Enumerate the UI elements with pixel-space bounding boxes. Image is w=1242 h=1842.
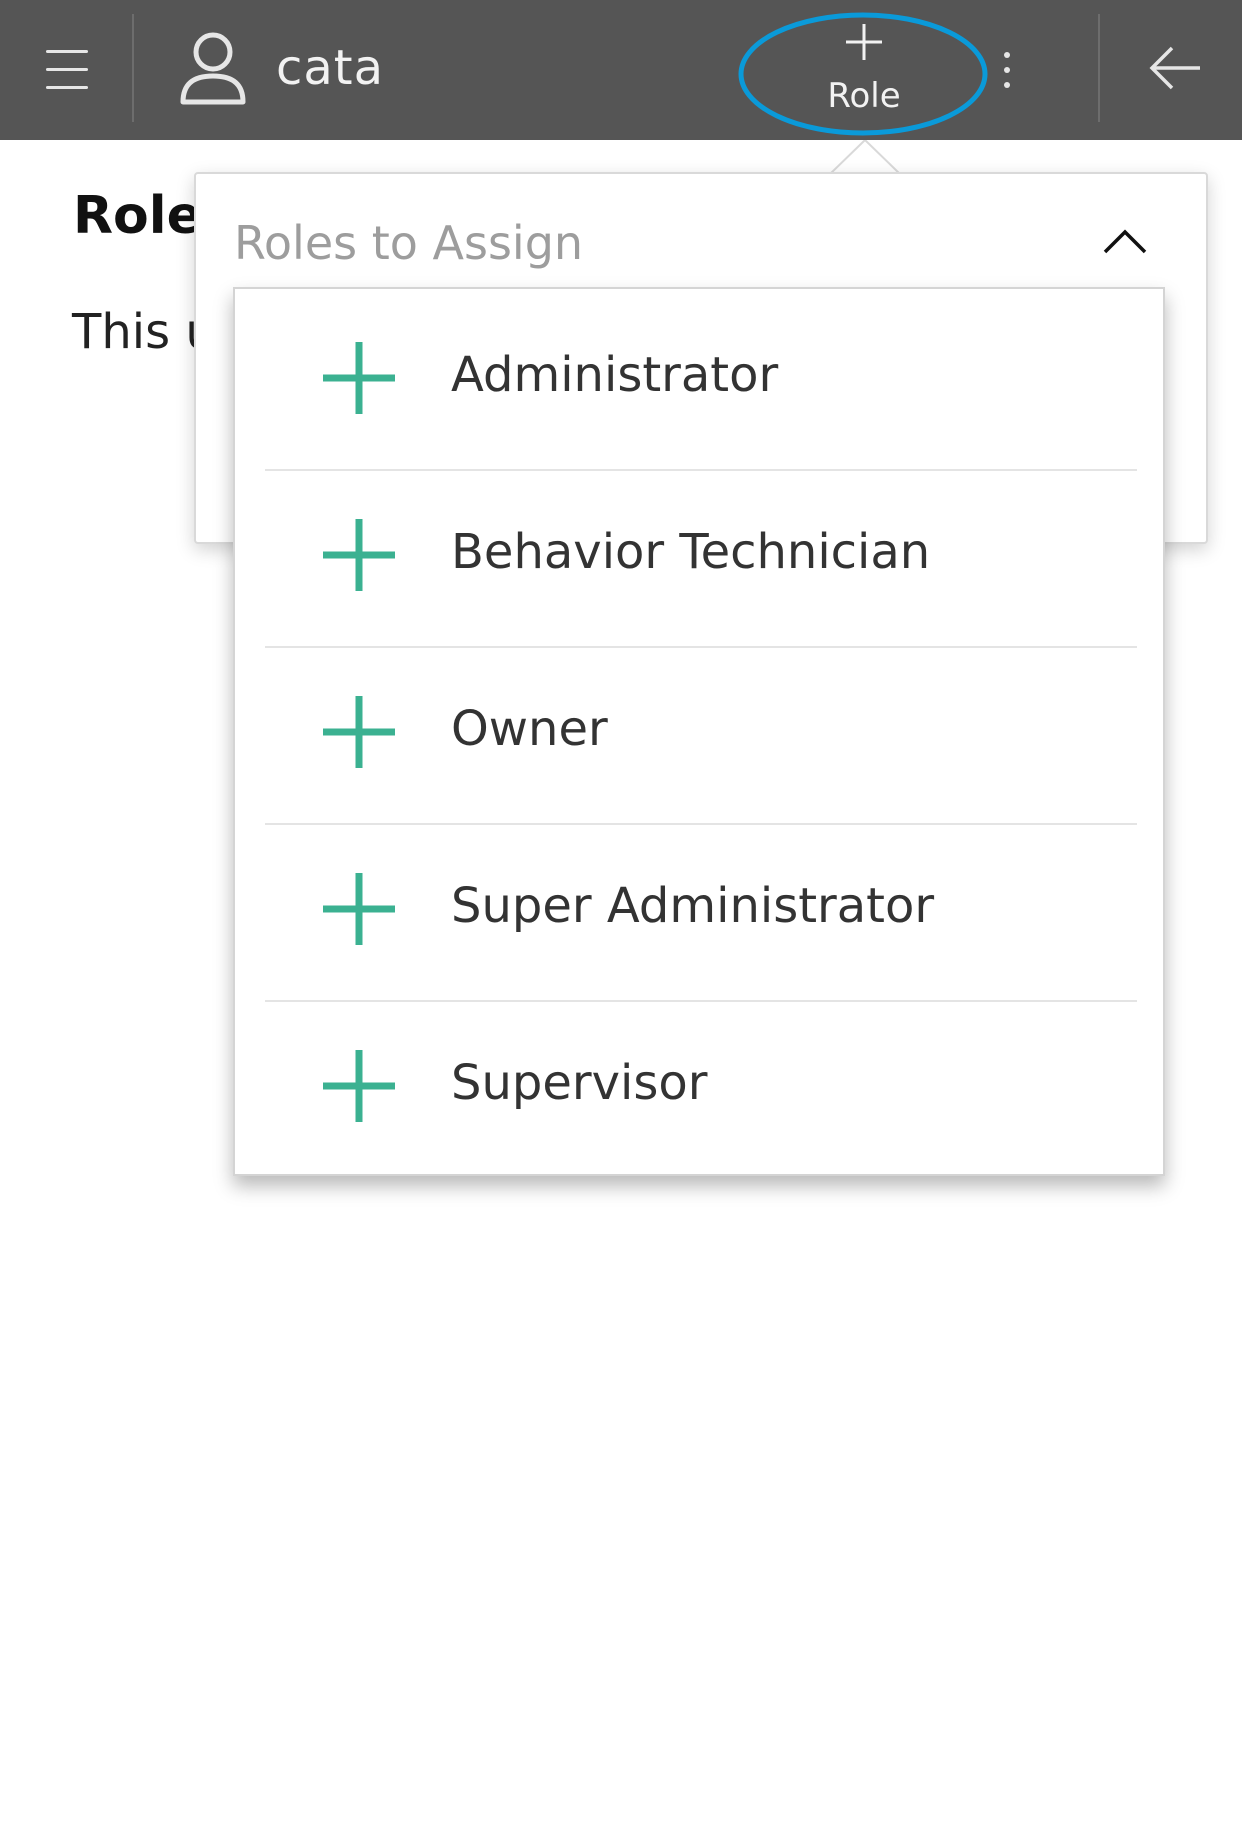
add-role-label: Role (827, 76, 901, 116)
menu-icon[interactable] (38, 40, 96, 100)
plus-icon (323, 342, 395, 414)
role-option-label: Owner (451, 701, 608, 757)
role-option[interactable]: Super Administrator (265, 820, 1137, 997)
roles-dropdown-list: Administrator Behavior Technician Owner … (233, 287, 1165, 1176)
plus-icon (323, 1050, 395, 1122)
user-profile[interactable]: cata (178, 28, 498, 112)
role-option-label: Behavior Technician (451, 524, 931, 580)
role-option[interactable]: Supervisor (265, 997, 1137, 1174)
page-title: Role (73, 186, 202, 246)
back-button[interactable] (1144, 36, 1208, 100)
plus-icon (323, 696, 395, 768)
arrow-left-icon (1149, 46, 1200, 90)
role-option-label: Super Administrator (451, 878, 935, 934)
roles-select-placeholder[interactable]: Roles to Assign (234, 216, 583, 270)
plus-icon (323, 873, 395, 945)
username: cata (276, 40, 385, 96)
header-divider (1098, 14, 1100, 122)
app-header: cata Role (0, 0, 1242, 140)
role-option[interactable]: Administrator (265, 289, 1137, 466)
plus-icon (323, 519, 395, 591)
user-icon (180, 32, 246, 105)
plus-icon (846, 24, 882, 60)
role-option-label: Administrator (451, 347, 779, 403)
popover-arrow (830, 140, 900, 176)
more-vertical-icon[interactable] (992, 48, 1022, 92)
role-option[interactable]: Behavior Technician (265, 466, 1137, 643)
add-role-button[interactable]: Role (760, 16, 968, 128)
role-option-label: Supervisor (451, 1055, 708, 1111)
chevron-up-icon[interactable] (1102, 226, 1148, 256)
header-divider (132, 14, 134, 122)
role-option[interactable]: Owner (265, 643, 1137, 820)
